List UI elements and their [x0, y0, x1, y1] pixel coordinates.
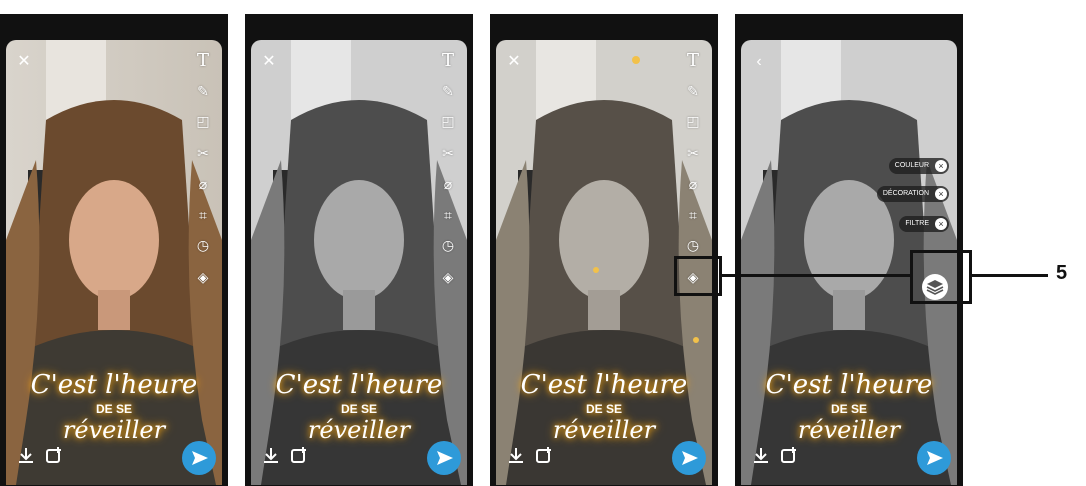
download-icon[interactable] — [506, 445, 526, 465]
paperclip-icon[interactable]: ⌀ — [192, 177, 214, 191]
tutorial-figure: ✕ T ✎ ◰ ✂ ⌀ ⌗ ◷ ◈ C'est l'heure DE SE ré… — [0, 0, 1086, 486]
callout-line — [722, 274, 910, 277]
text-tool-icon[interactable]: T — [437, 52, 459, 70]
caption-line-2: DE SE — [830, 402, 867, 416]
caption-line-2: DE SE — [585, 402, 622, 416]
download-icon[interactable] — [261, 445, 281, 465]
sticker-icon[interactable]: ◰ — [192, 114, 214, 128]
layer-option-decoration-label: DÉCORATION — [882, 190, 929, 197]
close-icon[interactable]: ✕ — [506, 54, 522, 70]
caption-line-1: C'est l'heure — [275, 370, 443, 400]
send-button[interactable] — [182, 441, 216, 475]
remove-decoration-icon[interactable]: × — [935, 188, 947, 200]
status-bar — [490, 14, 718, 40]
caption-line-1: C'est l'heure — [765, 370, 933, 400]
paperclip-icon[interactable]: ⌀ — [437, 177, 459, 191]
send-arrow-icon — [192, 451, 208, 465]
highlight-layers-button — [910, 250, 972, 304]
sticker-icon[interactable]: ◰ — [437, 114, 459, 128]
layer-option-filter-label: FILTRE — [905, 220, 929, 227]
pencil-icon[interactable]: ✎ — [192, 84, 214, 98]
add-story-icon[interactable] — [44, 445, 64, 465]
add-story-icon[interactable] — [289, 445, 309, 465]
layer-option-decoration[interactable]: DÉCORATION × — [876, 186, 949, 202]
highlight-layers-icon — [674, 256, 722, 296]
pencil-icon[interactable]: ✎ — [682, 84, 704, 98]
remove-filter-icon[interactable]: × — [935, 218, 947, 230]
layer-option-color-label: COULEUR — [894, 162, 929, 169]
send-button[interactable] — [672, 441, 706, 475]
remove-color-icon[interactable]: × — [935, 160, 947, 172]
send-arrow-icon — [682, 451, 698, 465]
scissors-icon[interactable]: ✂ — [437, 146, 459, 160]
download-icon[interactable] — [751, 445, 771, 465]
timer-icon[interactable]: ◷ — [437, 238, 459, 252]
caption-line-3: réveiller — [62, 416, 166, 444]
send-arrow-icon — [927, 451, 943, 465]
crop-icon[interactable]: ⌗ — [682, 208, 704, 222]
status-bar — [735, 14, 963, 40]
timer-icon[interactable]: ◷ — [192, 238, 214, 252]
pencil-icon[interactable]: ✎ — [437, 84, 459, 98]
phone-screen-1: ✕ T ✎ ◰ ✂ ⌀ ⌗ ◷ ◈ C'est l'heure DE SE ré… — [0, 14, 228, 486]
send-button[interactable] — [427, 441, 461, 475]
caption-line-1: C'est l'heure — [30, 370, 198, 400]
step-number: 5 — [1056, 262, 1068, 284]
send-arrow-icon — [437, 451, 453, 465]
paperclip-icon[interactable]: ⌀ — [682, 177, 704, 191]
caption-line-2: DE SE — [95, 402, 132, 416]
layer-option-color[interactable]: COULEUR × — [888, 158, 949, 174]
caption-line-2: DE SE — [340, 402, 377, 416]
back-arrow-icon[interactable]: ‹ — [751, 54, 767, 70]
layer-option-filter[interactable]: FILTRE × — [899, 216, 949, 232]
crop-icon[interactable]: ⌗ — [437, 208, 459, 222]
sticker-icon[interactable]: ◰ — [682, 114, 704, 128]
timer-icon[interactable]: ◷ — [682, 238, 704, 252]
scissors-icon[interactable]: ✂ — [192, 146, 214, 160]
caption-line-3: réveiller — [552, 416, 656, 444]
snap-preview: ✕ T ✎ ◰ ✂ ⌀ ⌗ ◷ ◈ C'est l'heure DE SE ré… — [251, 40, 467, 485]
callout-line — [972, 274, 1048, 277]
layers-icon[interactable]: ◈ — [437, 270, 459, 284]
phone-screen-3: ✕ T ✎ ◰ ✂ ⌀ ⌗ ◷ ◈ C'est l'heure DE SE ré… — [490, 14, 718, 486]
text-tool-icon[interactable]: T — [192, 52, 214, 70]
caption-line-3: réveiller — [307, 416, 411, 444]
caption-line-3: réveiller — [797, 416, 901, 444]
download-icon[interactable] — [16, 445, 36, 465]
crop-icon[interactable]: ⌗ — [192, 208, 214, 222]
send-button[interactable] — [917, 441, 951, 475]
caption-line-1: C'est l'heure — [520, 370, 688, 400]
status-bar — [0, 14, 228, 40]
close-icon[interactable]: ✕ — [261, 54, 277, 70]
snap-preview: ✕ T ✎ ◰ ✂ ⌀ ⌗ ◷ ◈ C'est l'heure DE SE ré… — [6, 40, 222, 485]
scissors-icon[interactable]: ✂ — [682, 146, 704, 160]
text-tool-icon[interactable]: T — [682, 52, 704, 70]
close-icon[interactable]: ✕ — [16, 54, 32, 70]
add-story-icon[interactable] — [779, 445, 799, 465]
add-story-icon[interactable] — [534, 445, 554, 465]
phone-screen-2: ✕ T ✎ ◰ ✂ ⌀ ⌗ ◷ ◈ C'est l'heure DE SE ré… — [245, 14, 473, 486]
status-bar — [245, 14, 473, 40]
layers-icon[interactable]: ◈ — [192, 270, 214, 284]
